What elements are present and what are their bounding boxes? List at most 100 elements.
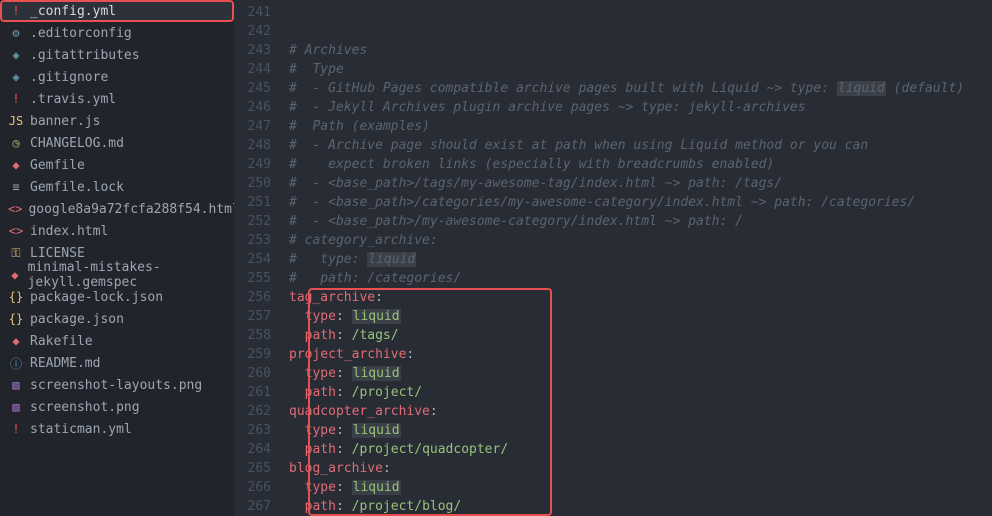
code-line[interactable] [289, 22, 992, 41]
line-number: 241 [234, 3, 271, 22]
code-line[interactable]: tag_archive: [289, 288, 992, 307]
code-line[interactable]: # - <base_path>/tags/my-awesome-tag/inde… [289, 174, 992, 193]
code-line[interactable]: # - GitHub Pages compatible archive page… [289, 79, 992, 98]
line-number: 265 [234, 459, 271, 478]
file-type-icon: ▧ [8, 378, 24, 392]
file-type-icon: {} [8, 290, 24, 304]
code-line[interactable]: type: liquid [289, 364, 992, 383]
file-item-gemfile-lock[interactable]: ≡ Gemfile.lock [0, 176, 234, 198]
file-type-icon: ⚿ [8, 246, 24, 261]
file-item-minimal-mistakes-jekyll-gemspec[interactable]: ◆minimal-mistakes-jekyll.gemspec [0, 264, 234, 286]
code-line[interactable]: # type: liquid [289, 250, 992, 269]
code-line[interactable]: # - <base_path>/my-awesome-category/inde… [289, 212, 992, 231]
code-line[interactable]: quadcopter_archive: [289, 402, 992, 421]
line-number: 255 [234, 269, 271, 288]
line-number: 253 [234, 231, 271, 250]
code-line[interactable]: # Archives [289, 41, 992, 60]
file-type-icon: ≡ [8, 180, 24, 194]
file-label: screenshot.png [30, 400, 140, 415]
file-item-google8a9a72fcfa288f54-html[interactable]: <>google8a9a72fcfa288f54.html [0, 198, 234, 220]
line-number: 260 [234, 364, 271, 383]
code-content[interactable]: # Archives# Type# - GitHub Pages compati… [289, 0, 992, 516]
line-number: 254 [234, 250, 271, 269]
code-line[interactable]: # category_archive: [289, 231, 992, 250]
file-label: README.md [30, 356, 100, 371]
code-line[interactable]: path: /project/ [289, 383, 992, 402]
file-type-icon: ! [8, 4, 24, 18]
line-number-gutter: 2412422432442452462472482492502512522532… [234, 0, 289, 516]
file-type-icon: ◈ [8, 48, 24, 62]
code-line[interactable]: # Type [289, 60, 992, 79]
file-type-icon: ◆ [8, 158, 24, 172]
file-label: .travis.yml [30, 92, 116, 107]
line-number: 249 [234, 155, 271, 174]
file-label: staticman.yml [30, 422, 132, 437]
file-label: package.json [30, 312, 124, 327]
file-item--gitattributes[interactable]: ◈.gitattributes [0, 44, 234, 66]
code-line[interactable]: type: liquid [289, 421, 992, 440]
file-type-icon: ! [8, 422, 24, 436]
code-editor[interactable]: 2412422432442452462472482492502512522532… [234, 0, 992, 516]
line-number: 259 [234, 345, 271, 364]
file-explorer: ! _config.yml ⚙.editorconfig◈.gitattribute… [0, 0, 234, 516]
file-item--gitignore[interactable]: ◈.gitignore [0, 66, 234, 88]
line-number: 247 [234, 117, 271, 136]
line-number: 248 [234, 136, 271, 155]
file-item-screenshot-png[interactable]: ▧ screenshot.png [0, 396, 234, 418]
line-number: 252 [234, 212, 271, 231]
line-number: 250 [234, 174, 271, 193]
file-label: _config.yml [30, 4, 116, 19]
file-label: .editorconfig [30, 26, 132, 41]
file-label: minimal-mistakes-jekyll.gemspec [28, 260, 234, 290]
code-line[interactable]: type: liquid [289, 307, 992, 326]
code-line[interactable]: path: /project/quadcopter/ [289, 440, 992, 459]
line-number: 263 [234, 421, 271, 440]
file-type-icon: ▧ [8, 400, 24, 414]
code-line[interactable]: path: /tags/ [289, 326, 992, 345]
line-number: 256 [234, 288, 271, 307]
file-type-icon: <> [8, 202, 22, 216]
file-type-icon: <> [8, 224, 24, 238]
code-line[interactable]: # Path (examples) [289, 117, 992, 136]
file-label: package-lock.json [30, 290, 163, 305]
code-line[interactable]: project_archive: [289, 345, 992, 364]
code-line[interactable]: type: liquid [289, 478, 992, 497]
file-item-index-html[interactable]: <>index.html [0, 220, 234, 242]
file-type-icon: ◆ [8, 268, 22, 282]
file-item-staticman-yml[interactable]: ! staticman.yml [0, 418, 234, 440]
file-type-icon: JS [8, 114, 24, 128]
line-number: 245 [234, 79, 271, 98]
file-item-rakefile[interactable]: ◆Rakefile [0, 330, 234, 352]
line-number: 264 [234, 440, 271, 459]
file-label: LICENSE [30, 246, 85, 261]
code-line[interactable]: # - Jekyll Archives plugin archive pages… [289, 98, 992, 117]
code-line[interactable]: # expect broken links (especially with b… [289, 155, 992, 174]
file-item--config-yml[interactable]: ! _config.yml [0, 0, 234, 22]
file-type-icon: ◆ [8, 334, 24, 348]
file-label: CHANGELOG.md [30, 136, 124, 151]
code-line[interactable]: blog_archive: [289, 459, 992, 478]
line-number: 242 [234, 22, 271, 41]
file-item--travis-yml[interactable]: ! .travis.yml [0, 88, 234, 110]
file-type-icon: ⓘ [8, 355, 24, 372]
file-item-banner-js[interactable]: JSbanner.js [0, 110, 234, 132]
file-label: .gitignore [30, 70, 108, 85]
file-type-icon: ! [8, 92, 24, 106]
file-item--editorconfig[interactable]: ⚙.editorconfig [0, 22, 234, 44]
file-item-screenshot-layouts-png[interactable]: ▧screenshot-layouts.png [0, 374, 234, 396]
line-number: 258 [234, 326, 271, 345]
file-item-package-json[interactable]: {} package.json [0, 308, 234, 330]
code-line[interactable]: # path: /categories/ [289, 269, 992, 288]
code-line[interactable]: # - Archive page should exist at path wh… [289, 136, 992, 155]
file-label: Gemfile.lock [30, 180, 124, 195]
line-number: 246 [234, 98, 271, 117]
file-type-icon: {} [8, 312, 24, 326]
code-line[interactable]: path: /project/blog/ [289, 497, 992, 516]
file-item-gemfile[interactable]: ◆ Gemfile [0, 154, 234, 176]
code-line[interactable] [289, 3, 992, 22]
file-item-changelog-md[interactable]: ◷CHANGELOG.md [0, 132, 234, 154]
code-line[interactable]: # - <base_path>/categories/my-awesome-ca… [289, 193, 992, 212]
file-item-readme-md[interactable]: ⓘ README.md [0, 352, 234, 374]
file-label: Gemfile [30, 158, 85, 173]
line-number: 251 [234, 193, 271, 212]
